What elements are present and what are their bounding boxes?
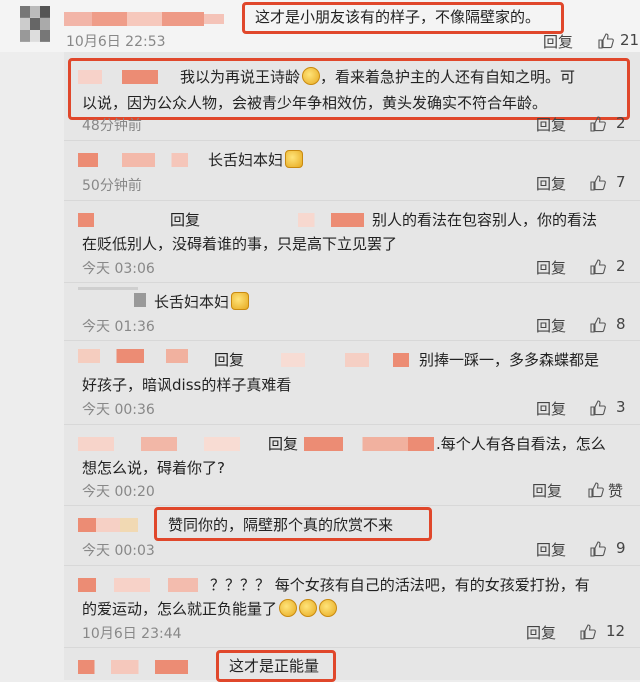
like-count: 12 [606, 622, 626, 640]
top-comment: 这才是小朋友该有的样子，不像隔壁家的。 10月6日 22:53 回复 21 [0, 0, 640, 52]
comment-time: 今天 00:03 [82, 543, 155, 559]
thumbs-up-icon[interactable] [590, 175, 606, 191]
thumbs-up-icon[interactable] [598, 33, 614, 49]
comment-time: 50分钟前 [82, 178, 142, 194]
like-count: 赞 [608, 482, 624, 500]
thumbs-up-emoji-icon [231, 292, 250, 310]
like-count: 8 [616, 315, 626, 333]
emoji-icon [319, 599, 338, 617]
like-count: 7 [616, 173, 626, 191]
comment-text: .每个人有各自看法，怎么 [436, 435, 606, 453]
thumbs-up-icon[interactable] [588, 482, 604, 498]
redacted-username [304, 437, 434, 451]
reply-button[interactable]: 回复 [526, 622, 556, 643]
highlight-box [242, 2, 564, 34]
redacted-username [78, 349, 188, 363]
reply-button[interactable]: 回复 [536, 315, 566, 336]
comment-time: 10月6日 22:53 [66, 34, 166, 50]
emoji-icon [279, 599, 298, 617]
highlight-box [154, 507, 432, 541]
comment-time: 48分钟前 [82, 118, 142, 134]
comment-text: 别捧一踩一，多多森蝶都是 [419, 351, 600, 369]
like-count: 21 [620, 31, 640, 49]
redacted-username [78, 153, 188, 167]
comment-time: 今天 00:20 [82, 484, 155, 500]
comment-time: 今天 03:06 [82, 261, 155, 277]
comment-time: 今天 00:36 [82, 402, 155, 418]
reply-item: 长舌妇本妇 50分钟前 回复 7 [64, 140, 640, 199]
thumbs-up-icon[interactable] [590, 400, 606, 416]
reply-item: 赞同你的，隔壁那个真的欣赏不来 今天 00:03 回复 9 [64, 505, 640, 564]
like-count: 9 [616, 539, 626, 557]
avatar[interactable] [20, 6, 50, 42]
highlight-box [68, 58, 630, 120]
redacted-username [78, 660, 188, 674]
reply-button[interactable]: 回复 [536, 539, 566, 560]
reply-button[interactable]: 回复 [536, 114, 566, 135]
like-count: 3 [616, 398, 626, 416]
comment-text: ？？？？ 每个女孩有自己的活法吧，有的女孩爱打扮，有 [210, 576, 590, 594]
redacted-username [78, 287, 138, 290]
reply-button[interactable]: 回复 [536, 173, 566, 194]
reply-item: 长舌妇本妇 今天 01:36 回复 8 [64, 282, 640, 341]
comment-text: 长舌妇本妇 [154, 293, 230, 311]
comment-text: 在贬低别人，没碍着谁的事，只是高下立见罢了 [82, 235, 398, 253]
redacted-username [64, 12, 204, 26]
thumbs-up-icon[interactable] [590, 116, 606, 132]
reply-prefix[interactable]: 回复 [268, 432, 298, 456]
redacted-username [204, 14, 224, 24]
reply-item: ？？？？ 每个女孩有自己的活法吧，有的女孩爱打扮，有 的爱运动，怎么就正负能量了… [64, 565, 640, 646]
redacted-username [254, 213, 364, 227]
thumbs-up-emoji-icon [285, 150, 304, 168]
reply-prefix[interactable]: 回复 [170, 208, 200, 232]
comment-text: 别人的看法在包容别人，你的看法 [372, 211, 598, 229]
reply-item: 回复 .每个人有各自看法，怎么 想怎么说，碍着你了? 今天 00:20 回复 赞 [64, 424, 640, 505]
redacted-username [78, 518, 138, 532]
comment-text: 的爱运动，怎么就正负能量了 [82, 600, 278, 618]
thumbs-up-icon[interactable] [590, 317, 606, 333]
redacted-username [78, 437, 258, 451]
reply-button[interactable]: 回复 [532, 480, 562, 501]
reply-item: 这才是正能量 [64, 647, 640, 682]
like-count: 2 [616, 257, 626, 275]
emoji-icon [299, 599, 318, 617]
thumbs-up-icon[interactable] [590, 259, 606, 275]
highlight-box [216, 650, 336, 682]
reply-button[interactable]: 回复 [536, 257, 566, 278]
reply-button[interactable]: 回复 [536, 398, 566, 419]
reply-prefix[interactable]: 回复 [214, 348, 244, 372]
redacted-username [78, 213, 94, 227]
reply-item: 回复 别捧一踩一，多多森蝶都是 好孩子，暗讽diss的样子真难看 今天 00:3… [64, 340, 640, 423]
redacted-username [249, 353, 409, 367]
redacted-username [134, 293, 146, 307]
comment-time: 10月6日 23:44 [82, 626, 182, 642]
like-count: 2 [616, 114, 626, 132]
redacted-username [78, 578, 198, 592]
comment-text: 好孩子，暗讽diss的样子真难看 [82, 376, 292, 394]
reply-button[interactable]: 回复 [543, 31, 573, 52]
reply-item: 我以为再说王诗龄 ，看来着急护主的人还有自知之明。可 以说，因为公众人物，会被青少… [64, 52, 640, 134]
comment-text: 想怎么说，碍着你了? [82, 459, 225, 477]
reply-item: 回复 别人的看法在包容别人，你的看法 在贬低别人，没碍着谁的事，只是高下立见罢了… [64, 200, 640, 283]
thumbs-up-icon[interactable] [580, 624, 596, 640]
comment-time: 今天 01:36 [82, 319, 155, 335]
thumbs-up-icon[interactable] [590, 541, 606, 557]
comment-text: 长舌妇本妇 [208, 151, 284, 169]
